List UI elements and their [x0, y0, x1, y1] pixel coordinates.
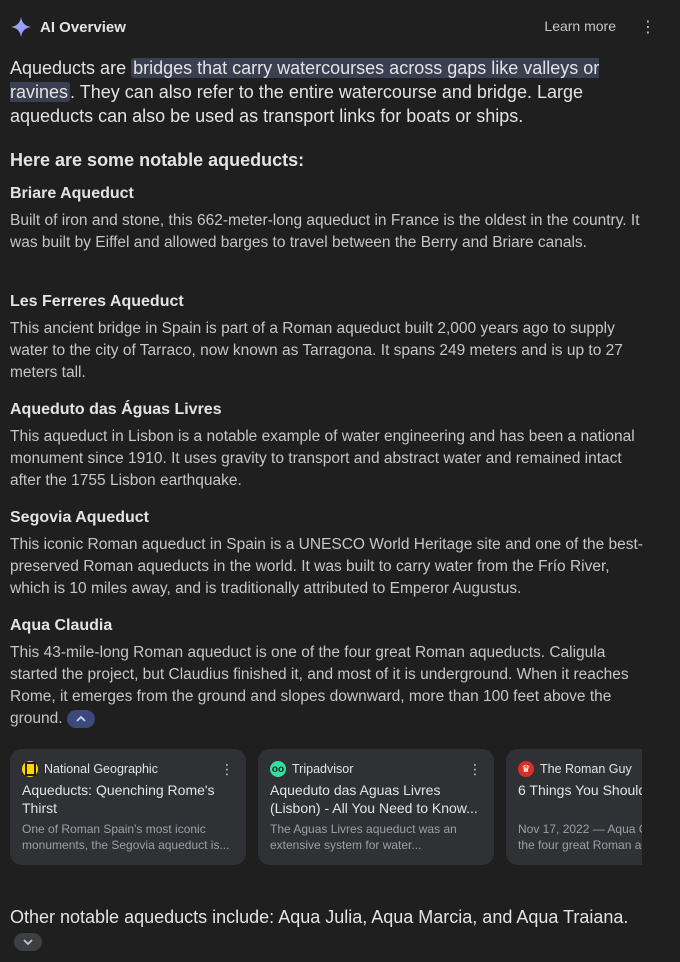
ai-overview-header: AI Overview Learn more ⋮ — [10, 14, 656, 40]
aqueduct-title: Aqua Claudia — [10, 617, 113, 634]
roman-guy-icon: ♛ — [518, 761, 534, 777]
aqueduct-description: This iconic Roman aqueduct in Spain is a… — [10, 536, 643, 597]
intro-text-start: Aqueducts are — [10, 58, 132, 78]
aqueduct-item: Briare Aqueduct Built of iron and stone,… — [10, 184, 650, 254]
aqueduct-title: Briare Aqueduct — [10, 185, 134, 202]
card-menu-icon[interactable]: ⋮ — [468, 761, 482, 778]
other-aqueducts-text: Other notable aqueducts include: Aqua Ju… — [10, 907, 629, 927]
learn-more-link[interactable]: Learn more — [544, 18, 616, 34]
more-options-icon[interactable]: ⋮ — [638, 17, 658, 37]
aqueduct-item: Les Ferreres Aqueduct This ancient bridg… — [10, 292, 650, 384]
card-source-name: The Roman Guy — [540, 762, 632, 776]
source-card[interactable]: National Geographic ⋮ Aqueducts: Quenchi… — [10, 749, 246, 865]
aqueduct-description: This 43-mile-long Roman aqueduct is one … — [10, 642, 650, 730]
card-source: National Geographic — [22, 761, 158, 777]
card-title[interactable]: Aqueducts: Quenching Rome's Thirst — [22, 781, 234, 817]
source-cards-carousel[interactable]: National Geographic ⋮ Aqueducts: Quenchi… — [10, 749, 642, 865]
card-source-name: Tripadvisor — [292, 762, 354, 776]
collapse-button[interactable] — [66, 709, 95, 728]
chevron-down-icon — [23, 939, 33, 946]
card-snippet: The Aguas Livres aqueduct was an extensi… — [270, 822, 457, 852]
aqueduct-title: Aqueduto das Águas Livres — [10, 401, 222, 418]
card-source: oo Tripadvisor — [270, 761, 353, 777]
card-snippet: Nov 17, 2022 — Aqua Claudia is one of th… — [518, 822, 642, 852]
sparkle-icon — [10, 16, 32, 38]
aqueduct-description: This ancient bridge in Spain is part of … — [10, 320, 623, 381]
aqueduct-description-text: This 43-mile-long Roman aqueduct is one … — [10, 644, 629, 727]
aqueduct-item: Aqueduto das Águas Livres This aqueduct … — [10, 400, 650, 492]
card-source: ♛ The Roman Guy — [518, 761, 632, 777]
aqueduct-item: Aqua Claudia This 43-mile-long Roman aqu… — [10, 616, 650, 730]
intro-paragraph: Aqueducts are bridges that carry waterco… — [10, 56, 650, 128]
card-source-name: National Geographic — [44, 762, 158, 776]
source-card[interactable]: oo Tripadvisor ⋮ Aqueduto das Aguas Livr… — [258, 749, 494, 865]
ai-overview-title: AI Overview — [40, 18, 126, 36]
card-menu-icon[interactable]: ⋮ — [220, 761, 234, 778]
card-title[interactable]: Aqueduto das Aguas Livres (Lisbon) - All… — [270, 781, 482, 817]
card-snippet: One of Roman Spain's most iconic monumen… — [22, 822, 230, 852]
aqueduct-description: This aqueduct in Lisbon is a notable exa… — [10, 428, 635, 489]
other-aqueducts-paragraph: Other notable aqueducts include: Aqua Ju… — [10, 905, 650, 953]
source-card[interactable]: ♛ The Roman Guy 6 Things You Should Know… — [506, 749, 642, 865]
tripadvisor-icon: oo — [270, 761, 286, 777]
aqueduct-title: Segovia Aqueduct — [10, 509, 149, 526]
aqueduct-description: Built of iron and stone, this 662-meter-… — [10, 212, 640, 251]
national-geographic-icon — [22, 761, 38, 777]
intro-text-end: . They can also refer to the entire wate… — [10, 82, 583, 126]
aqueduct-item: Segovia Aqueduct This iconic Roman aqued… — [10, 508, 650, 600]
aqueduct-title: Les Ferreres Aqueduct — [10, 293, 184, 310]
card-title[interactable]: 6 Things You Should Know About the Palat… — [518, 781, 642, 799]
expand-button[interactable] — [14, 933, 42, 952]
section-title: Here are some notable aqueducts: — [10, 150, 305, 170]
chevron-up-icon — [75, 715, 86, 722]
